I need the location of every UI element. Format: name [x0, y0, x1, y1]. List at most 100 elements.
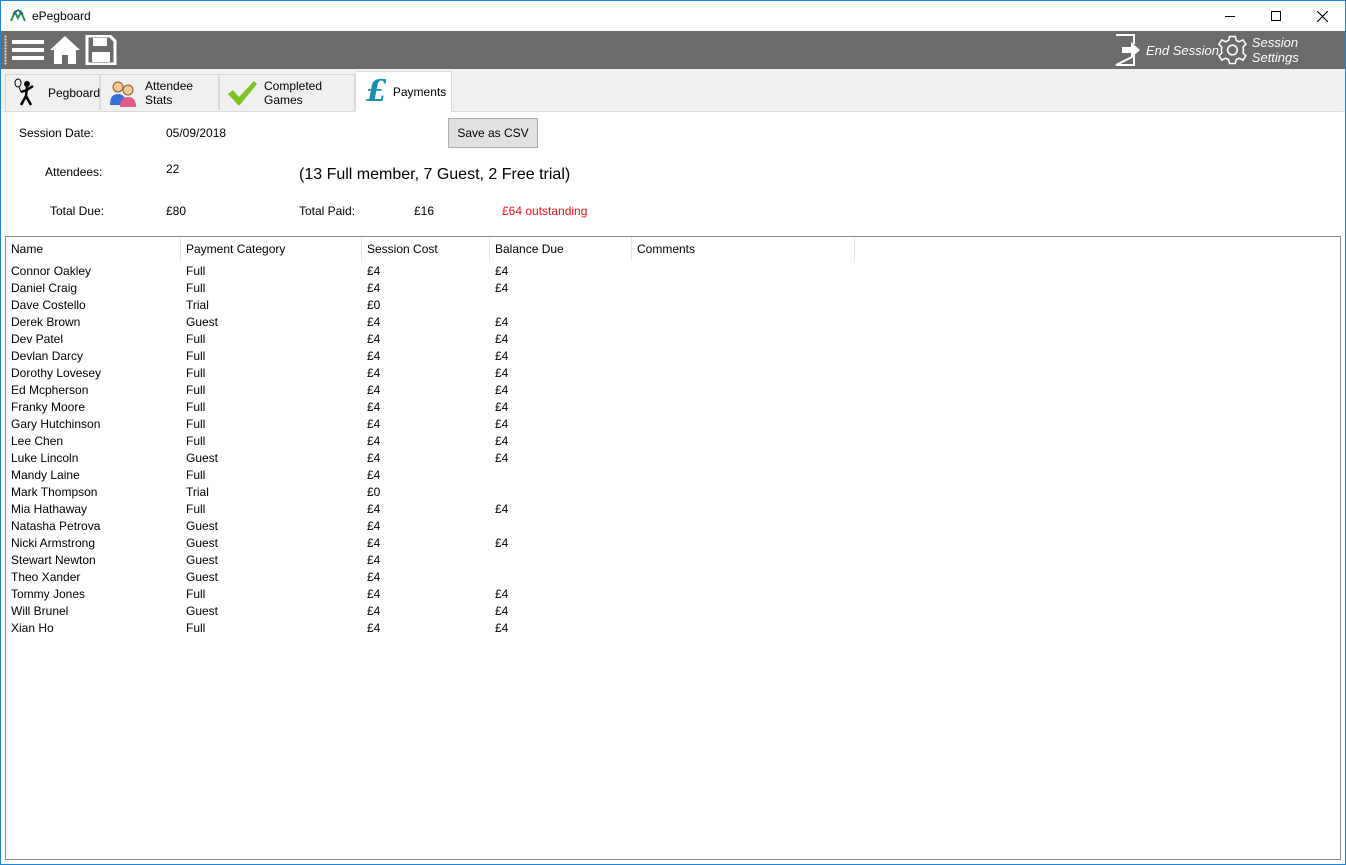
save-as-csv-button[interactable]: Save as CSV	[448, 118, 538, 148]
column-header-comments[interactable]: Comments	[632, 237, 855, 261]
table-row[interactable]: Mark Thompson Trial £0	[6, 483, 855, 500]
menu-icon[interactable]	[11, 35, 45, 65]
column-header-session-cost[interactable]: Session Cost	[362, 237, 490, 261]
window-title: ePegboard	[32, 9, 91, 23]
cell-payment-category: Guest	[186, 569, 219, 584]
column-header-name[interactable]: Name	[6, 237, 181, 261]
cell-name: Theo Xander	[11, 569, 81, 584]
toolbar-grip[interactable]	[4, 35, 7, 65]
cell-session-cost: £4	[367, 263, 381, 278]
cell-payment-category: Full	[186, 331, 206, 346]
cell-payment-category: Full	[186, 263, 206, 278]
cell-name: Franky Moore	[11, 399, 86, 414]
save-icon[interactable]	[85, 35, 117, 65]
attendees-value: 22	[166, 162, 180, 176]
cell-balance-due: £4	[495, 399, 509, 414]
table-row[interactable]: Derek Brown Guest £4 £4	[6, 313, 855, 330]
session-settings-label: Session Settings	[1251, 35, 1299, 65]
table-row[interactable]: Daniel Craig Full £4 £4	[6, 279, 855, 296]
cell-payment-category: Trial	[186, 484, 209, 499]
cell-session-cost: £0	[367, 297, 381, 312]
minimize-button[interactable]	[1207, 1, 1253, 31]
attendees-label: Attendees:	[45, 165, 103, 179]
cell-name: Devlan Darcy	[11, 348, 84, 363]
cell-payment-category: Full	[186, 620, 206, 635]
cell-payment-category: Full	[186, 348, 206, 363]
cell-balance-due: £4	[495, 501, 509, 516]
table-row[interactable]: Dave Costello Trial £0	[6, 296, 855, 313]
cell-session-cost: £4	[367, 382, 381, 397]
close-button[interactable]	[1299, 1, 1345, 31]
outstanding-amount: £64 outstanding	[502, 204, 588, 218]
cell-session-cost: £4	[367, 416, 381, 431]
table-row[interactable]: Stewart Newton Guest £4	[6, 551, 855, 568]
cell-payment-category: Guest	[186, 535, 219, 550]
table-row[interactable]: Devlan Darcy Full £4 £4	[6, 347, 855, 364]
tab-attendee-stats[interactable]: Attendee Stats	[100, 74, 219, 110]
cell-payment-category: Guest	[186, 552, 219, 567]
table-row[interactable]: Dorothy Lovesey Full £4 £4	[6, 364, 855, 381]
cell-balance-due: £4	[495, 450, 509, 465]
table-row[interactable]: Dev Patel Full £4 £4	[6, 330, 855, 347]
column-header-payment-category[interactable]: Payment Category	[181, 237, 362, 261]
cell-name: Mark Thompson	[11, 484, 98, 499]
cell-payment-category: Full	[186, 280, 206, 295]
minimize-icon	[1225, 16, 1235, 17]
table-row[interactable]: Tommy Jones Full £4 £4	[6, 585, 855, 602]
table-row[interactable]: Theo Xander Guest £4	[6, 568, 855, 585]
table-row[interactable]: Connor Oakley Full £4 £4	[6, 262, 855, 279]
list-rows: Connor Oakley Full £4 £4 Daniel Craig Full £4 £…	[6, 262, 855, 636]
cell-name: Luke Lincoln	[11, 450, 79, 465]
cell-session-cost: £4	[367, 450, 381, 465]
total-due-label: Total Due:	[50, 204, 105, 218]
maximize-button[interactable]	[1253, 1, 1299, 31]
tab-pegboard[interactable]: Pegboard	[5, 74, 100, 110]
home-icon[interactable]	[49, 35, 81, 65]
cell-balance-due: £4	[495, 382, 509, 397]
table-row[interactable]: Luke Lincoln Guest £4 £4	[6, 449, 855, 466]
cell-name: Mandy Laine	[11, 467, 80, 482]
table-row[interactable]: Nicki Armstrong Guest £4 £4	[6, 534, 855, 551]
table-row[interactable]: Lee Chen Full £4 £4	[6, 432, 855, 449]
session-settings-button[interactable]: Session Settings	[1217, 34, 1345, 66]
cell-payment-category: Full	[186, 382, 206, 397]
end-session-button[interactable]: End Session	[1114, 34, 1219, 66]
cell-balance-due: £4	[495, 433, 509, 448]
cell-balance-due: £4	[495, 348, 509, 363]
table-row[interactable]: Mia Hathaway Full £4 £4	[6, 500, 855, 517]
cell-session-cost: £4	[367, 365, 381, 380]
tab-completed-games[interactable]: Completed Games	[219, 74, 355, 110]
table-row[interactable]: Franky Moore Full £4 £4	[6, 398, 855, 415]
app-logo-icon	[10, 9, 26, 22]
cell-name: Derek Brown	[11, 314, 81, 329]
cell-payment-category: Guest	[186, 450, 219, 465]
cell-balance-due: £4	[495, 263, 509, 278]
cell-session-cost: £0	[367, 484, 381, 499]
cell-name: Dev Patel	[11, 331, 64, 346]
table-row[interactable]: Natasha Petrova Guest £4	[6, 517, 855, 534]
table-row[interactable]: Will Brunel Guest £4 £4	[6, 602, 855, 619]
cell-balance-due: £4	[495, 535, 509, 550]
column-header-balance-due[interactable]: Balance Due	[490, 237, 632, 261]
cell-name: Ed Mcpherson	[11, 382, 89, 397]
cell-session-cost: £4	[367, 518, 381, 533]
toolbar: End Session Session Settings	[1, 31, 1345, 69]
gear-icon	[1217, 35, 1247, 65]
cell-session-cost: £4	[367, 433, 381, 448]
cell-name: Stewart Newton	[11, 552, 96, 567]
cell-payment-category: Full	[186, 399, 206, 414]
cell-payment-category: Guest	[186, 314, 219, 329]
table-row[interactable]: Xian Ho Full £4 £4	[6, 619, 855, 636]
pound-icon: £	[366, 74, 387, 109]
close-icon	[1316, 10, 1328, 22]
cell-session-cost: £4	[367, 280, 381, 295]
table-row[interactable]: Ed Mcpherson Full £4 £4	[6, 381, 855, 398]
payments-list[interactable]: Name Payment Category Session Cost Balan…	[5, 236, 1341, 860]
table-row[interactable]: Mandy Laine Full £4	[6, 466, 855, 483]
cell-payment-category: Full	[186, 467, 206, 482]
total-paid-label: Total Paid:	[299, 204, 356, 218]
table-row[interactable]: Gary Hutchinson Full £4 £4	[6, 415, 855, 432]
tab-payments[interactable]: £ Payments	[355, 71, 452, 112]
badminton-player-icon	[14, 78, 34, 106]
total-due-value: £80	[166, 204, 187, 218]
